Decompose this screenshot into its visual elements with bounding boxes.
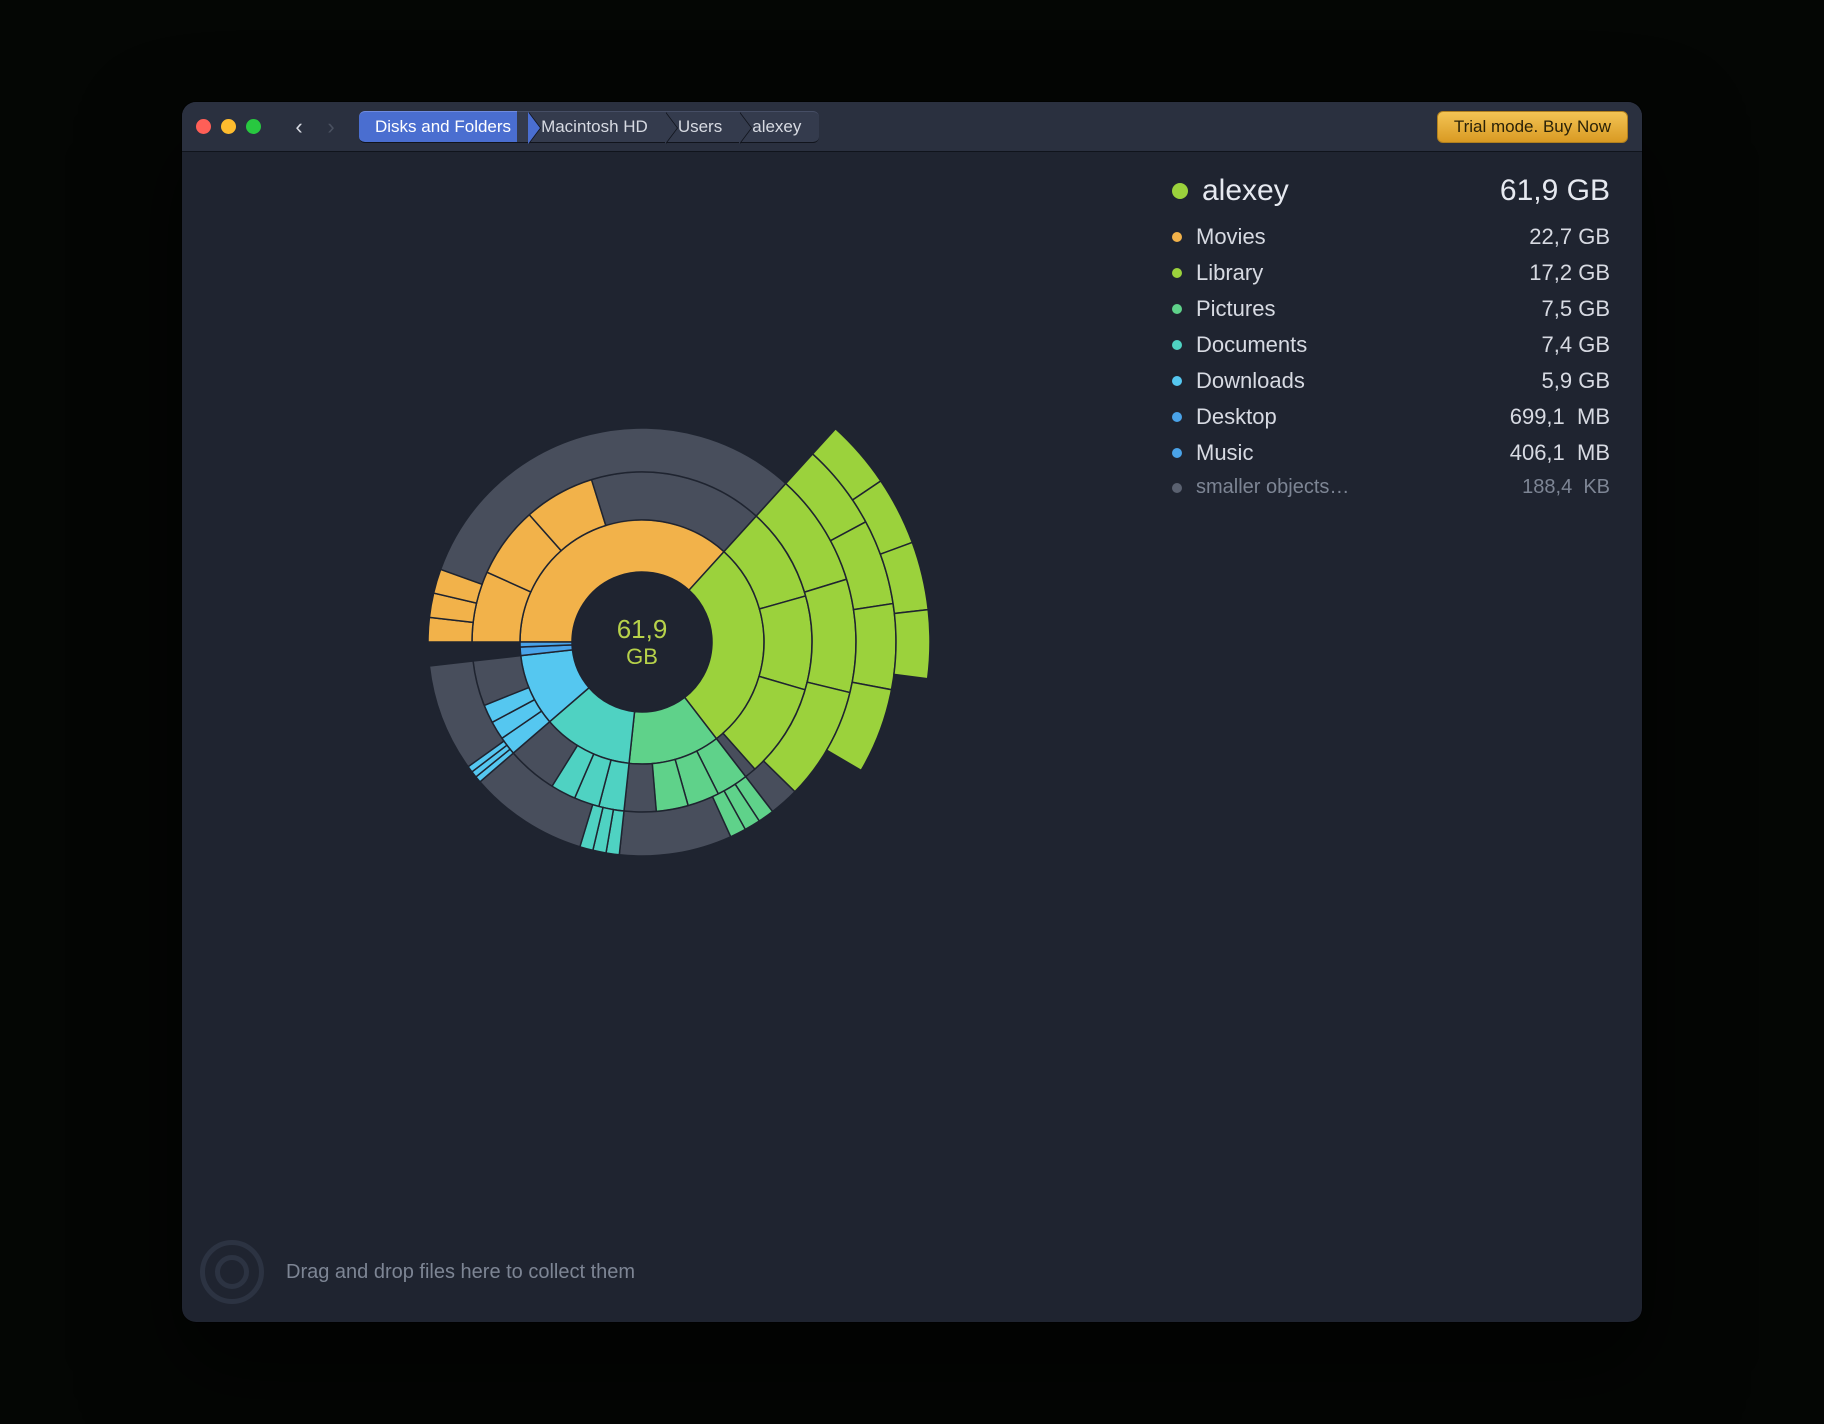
buy-now-button[interactable]: Trial mode. Buy Now [1437, 111, 1628, 143]
zoom-button[interactable] [246, 119, 261, 134]
child-size: 7,4 GB [1542, 332, 1610, 358]
child-list: Movies 22,7 GB Library 17,2 GB Pictures 7,5 G… [1172, 222, 1610, 501]
drop-zone-label: Drag and drop files here to collect them [286, 1261, 635, 1284]
child-dot [1172, 340, 1182, 350]
selected-folder-size: 61,9 GB [1500, 174, 1610, 208]
child-dot [1172, 232, 1182, 242]
child-name: Desktop [1196, 404, 1277, 430]
app-window: ‹ › Disks and Folders Macintosh HD Users… [182, 102, 1642, 1322]
child-dot [1172, 483, 1182, 493]
child-row[interactable]: Downloads 5,9 GB [1172, 366, 1610, 396]
child-row[interactable]: Desktop 699,1 MB [1172, 402, 1610, 432]
drop-zone-icon [200, 1240, 264, 1304]
minimize-button[interactable] [221, 119, 236, 134]
child-name: Pictures [1196, 296, 1275, 322]
child-dot [1172, 412, 1182, 422]
child-name: Library [1196, 260, 1263, 286]
selected-folder-name: alexey [1202, 174, 1289, 208]
back-button[interactable]: ‹ [285, 112, 313, 142]
selected-folder-header: alexey 61,9 GB [1172, 174, 1610, 208]
close-button[interactable] [196, 119, 211, 134]
sub-wedge[interactable] [805, 579, 856, 692]
child-row[interactable]: Music 406,1 MB [1172, 438, 1610, 468]
content: 61,9GB Drag and drop files here to colle… [182, 152, 1642, 1322]
forward-button[interactable]: › [317, 112, 345, 142]
child-size: 17,2 GB [1529, 260, 1610, 286]
child-size: 188,4 KB [1522, 476, 1610, 499]
selected-folder-dot [1172, 183, 1188, 199]
child-dot [1172, 448, 1182, 458]
child-row[interactable]: Library 17,2 GB [1172, 258, 1610, 288]
child-dot [1172, 268, 1182, 278]
center-size: 61,9 [617, 614, 668, 644]
history-nav: ‹ › [285, 112, 345, 142]
sub-wedge[interactable] [894, 610, 930, 679]
child-name: Music [1196, 440, 1253, 466]
child-dot [1172, 304, 1182, 314]
details-pane: alexey 61,9 GB Movies 22,7 GB Library 17,2 … [1162, 152, 1642, 1322]
child-size: 22,7 GB [1529, 224, 1610, 250]
breadcrumb: Disks and Folders Macintosh HD Users ale… [359, 111, 819, 143]
center-unit: GB [626, 644, 658, 669]
child-name: Movies [1196, 224, 1266, 250]
sub-wedge[interactable] [759, 596, 812, 690]
child-size: 7,5 GB [1542, 296, 1610, 322]
sub-wedge[interactable] [852, 604, 896, 690]
child-row[interactable]: Documents 7,4 GB [1172, 330, 1610, 360]
breadcrumb-root[interactable]: Disks and Folders [359, 111, 529, 143]
child-size: 699,1 MB [1510, 404, 1610, 430]
titlebar: ‹ › Disks and Folders Macintosh HD Users… [182, 102, 1642, 152]
sunburst-chart[interactable]: 61,9GB [222, 212, 1042, 1032]
child-name: Documents [1196, 332, 1307, 358]
child-size: 5,9 GB [1542, 368, 1610, 394]
child-row[interactable]: Pictures 7,5 GB [1172, 294, 1610, 324]
child-dot [1172, 376, 1182, 386]
window-controls [196, 119, 261, 134]
child-name: Downloads [1196, 368, 1305, 394]
child-row[interactable]: smaller objects… 188,4 KB [1172, 474, 1610, 501]
child-size: 406,1 MB [1510, 440, 1610, 466]
child-name: smaller objects… [1196, 476, 1349, 499]
drop-zone[interactable]: Drag and drop files here to collect them [200, 1240, 635, 1304]
child-row[interactable]: Movies 22,7 GB [1172, 222, 1610, 252]
sunburst-pane: 61,9GB Drag and drop files here to colle… [182, 152, 1162, 1322]
